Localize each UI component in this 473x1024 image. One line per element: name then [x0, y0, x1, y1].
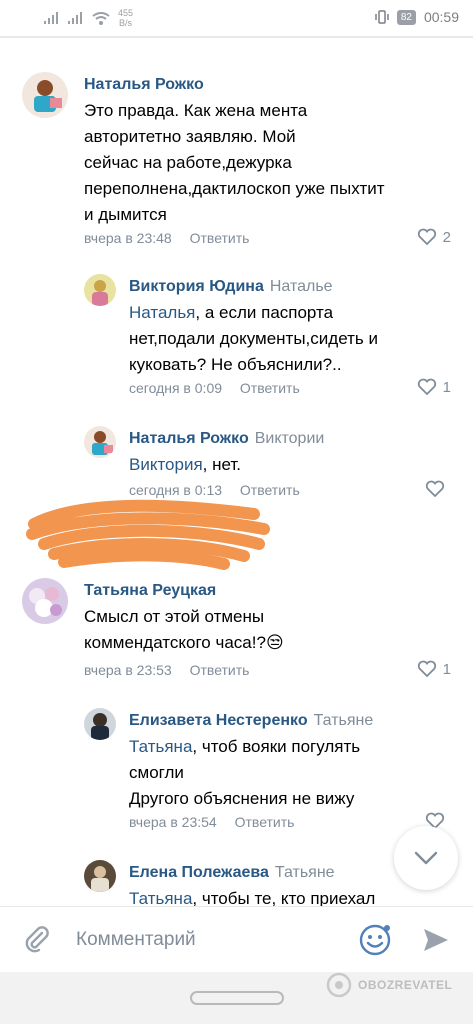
comment-meta: вчера в 23:48 Ответить — [84, 230, 249, 246]
like-count: 1 — [442, 660, 451, 678]
like-count: 2 — [442, 228, 451, 246]
like-button[interactable] — [425, 480, 451, 498]
comment-text: Это правда. Как жена мента авторитетно з… — [84, 101, 385, 224]
comment-author[interactable]: Наталья Рожко — [84, 76, 204, 94]
network-speed: 455 B/s — [118, 8, 133, 28]
chevron-down-icon — [414, 851, 438, 865]
like-button[interactable]: 1 — [417, 660, 451, 678]
author-name[interactable]: Наталья Рожко — [129, 430, 249, 447]
avatar[interactable] — [84, 426, 116, 458]
wifi-icon — [92, 11, 110, 25]
reply-to: Наталье — [269, 278, 333, 295]
send-icon[interactable] — [421, 925, 451, 955]
system-nav-bar: OBOZREVATEL — [0, 972, 473, 1024]
header-divider — [0, 36, 473, 38]
comment-meta: вчера в 23:53 Ответить — [84, 662, 249, 678]
author-name[interactable]: Виктория Юдина — [129, 278, 264, 295]
watermark: OBOZREVATEL — [326, 972, 452, 998]
comment-author[interactable]: Елена Полежаева Татьяне — [129, 864, 335, 882]
like-count: 1 — [442, 378, 451, 396]
comment-meta: сегодня в 0:09 Ответить — [129, 380, 300, 396]
reply-button[interactable]: Ответить — [190, 662, 250, 678]
network-speed-value: 455 — [118, 8, 134, 18]
avatar[interactable] — [84, 274, 116, 306]
comment-meta: вчера в 23:54 Ответить — [129, 814, 294, 830]
home-indicator[interactable] — [190, 991, 284, 1005]
comment-input[interactable]: Комментарий — [76, 929, 196, 951]
comment-text: Виктория, нет. — [129, 452, 449, 478]
scroll-down-button[interactable] — [394, 826, 458, 890]
comment-body: Смысл от этой отмены коммендатского часа… — [84, 607, 266, 652]
mention-link[interactable]: Татьяна — [129, 737, 192, 756]
battery-icon: 82 — [396, 9, 416, 25]
avatar[interactable] — [84, 860, 116, 892]
comment-author[interactable]: Татьяна Реуцкая — [84, 582, 216, 600]
comment-text: Наталья, а если паспорта нет,подали доку… — [129, 300, 449, 378]
comment-time: сегодня в 0:09 — [129, 380, 223, 396]
comment-body: , нет. — [202, 455, 242, 474]
status-right: 82 00:59 — [375, 9, 459, 25]
heart-icon — [417, 660, 436, 678]
comment-text: Татьяна, чтоб вояки погулять смогли Друг… — [129, 734, 449, 812]
heart-icon — [417, 378, 436, 396]
author-name[interactable]: Елизавета Нестеренко — [129, 712, 308, 729]
status-left: 455 B/s — [44, 8, 133, 28]
clock: 00:59 — [423, 9, 459, 25]
comment-time: вчера в 23:54 — [129, 814, 217, 830]
mention-link[interactable]: Наталья — [129, 303, 195, 322]
comment-time: вчера в 23:53 — [84, 662, 172, 678]
author-name[interactable]: Наталья Рожко — [84, 76, 204, 93]
comment-composer: Комментарий — [0, 906, 473, 972]
comment-text: Смысл от этой отмены коммендатского часа… — [84, 604, 454, 656]
reply-button[interactable]: Ответить — [235, 814, 295, 830]
comment-author[interactable]: Виктория Юдина Наталье — [129, 278, 333, 296]
reply-to: Татьяне — [274, 864, 335, 881]
reply-to: Виктории — [254, 430, 325, 447]
reply-to: Татьяне — [313, 712, 374, 729]
watermark-text: OBOZREVATEL — [358, 978, 453, 992]
smile-icon[interactable] — [358, 923, 392, 957]
avatar[interactable] — [22, 72, 68, 118]
heart-icon — [425, 480, 445, 498]
author-name[interactable]: Елена Полежаева — [129, 864, 269, 881]
avatar[interactable] — [22, 578, 68, 624]
comment-time: вчера в 23:48 — [84, 230, 172, 246]
mention-link[interactable]: Виктория — [129, 455, 203, 474]
reply-button[interactable]: Ответить — [240, 380, 300, 396]
attach-icon[interactable] — [22, 925, 52, 955]
network-speed-unit: B/s — [119, 18, 133, 28]
reply-button[interactable]: Ответить — [190, 230, 250, 246]
status-bar: 455 B/s 82 00:59 — [0, 0, 473, 36]
like-button[interactable]: 1 — [417, 378, 451, 396]
vibrate-icon — [375, 10, 389, 24]
heart-icon — [417, 228, 436, 246]
signal-icon — [44, 12, 58, 24]
redaction-scribble — [26, 499, 270, 570]
comment-emoji: 😒 — [265, 633, 284, 652]
comment-author[interactable]: Наталья Рожко Виктории — [129, 430, 324, 448]
signal-icon — [68, 12, 82, 24]
like-button[interactable]: 2 — [417, 228, 451, 246]
avatar[interactable] — [84, 708, 116, 740]
author-name[interactable]: Татьяна Реуцкая — [84, 582, 216, 599]
comment-author[interactable]: Елизавета Нестеренко Татьяне — [129, 712, 373, 730]
watermark-logo-icon — [326, 972, 352, 998]
